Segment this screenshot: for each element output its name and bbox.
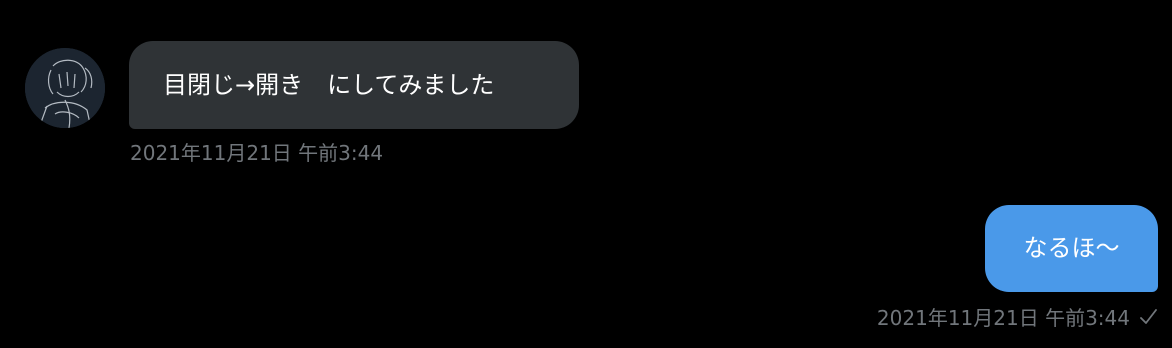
avatar[interactable] xyxy=(25,48,105,128)
checkmark-icon xyxy=(1138,307,1158,327)
outgoing-message-timestamp: 2021年11月21日 午前3:44 xyxy=(876,306,1130,330)
outgoing-message-bubble[interactable]: なるほ〜 xyxy=(985,205,1158,292)
outgoing-message-meta: 2021年11月21日 午前3:44 xyxy=(877,302,1158,331)
user-avatar-illustration-icon xyxy=(25,48,105,128)
incoming-message-bubble[interactable]: 目閉じ→開き にしてみました xyxy=(129,41,579,129)
incoming-message-timestamp: 2021年11月21日 午前3:44 xyxy=(130,141,384,165)
